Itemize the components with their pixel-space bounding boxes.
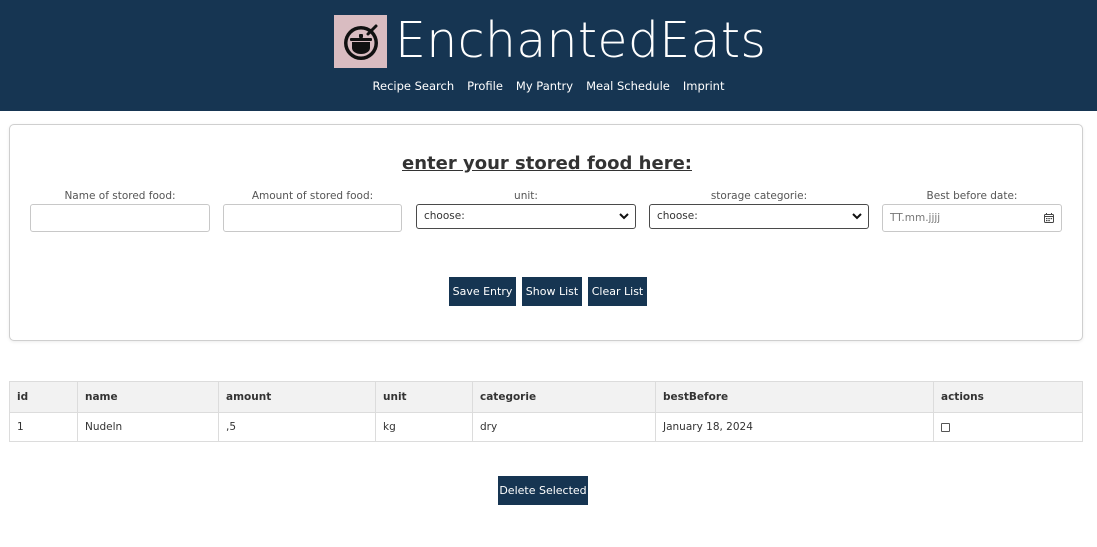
unit-select[interactable]: choose: [416, 204, 636, 229]
chevron-down-icon [852, 208, 862, 232]
nav-recipe-search[interactable]: Recipe Search [373, 79, 455, 93]
row-select-checkbox[interactable] [941, 422, 950, 432]
pantry-table-wrap: id name amount unit categorie bestBefore… [9, 381, 1083, 442]
nav-my-pantry[interactable]: My Pantry [516, 79, 573, 93]
cell-name: Nudeln [77, 412, 219, 442]
best-before-label: Best before date: [926, 190, 1018, 202]
cell-amount: ,5 [218, 412, 376, 442]
col-actions: actions [933, 381, 1083, 413]
cell-categorie: dry [472, 412, 656, 442]
pantry-table: id name amount unit categorie bestBefore… [9, 381, 1083, 442]
save-entry-button[interactable]: Save Entry [449, 277, 516, 306]
form-heading: enter your stored food here: [402, 153, 692, 174]
show-list-button[interactable]: Show List [522, 277, 582, 306]
name-label: Name of stored food: [64, 190, 176, 202]
nav-meal-schedule[interactable]: Meal Schedule [586, 79, 670, 93]
amount-field: Amount of stored food: [223, 190, 402, 235]
clear-list-button[interactable]: Clear List [588, 277, 647, 306]
unit-field: unit: choose: [416, 190, 636, 235]
delete-selected-button[interactable]: Delete Selected [498, 476, 588, 505]
site-header: EnchantedEats Recipe Search Profile My P… [0, 0, 1097, 111]
col-name: name [77, 381, 219, 413]
food-entry-card: enter your stored food here: Name of sto… [9, 124, 1083, 341]
nav-imprint[interactable]: Imprint [683, 79, 725, 93]
name-input[interactable] [30, 204, 210, 232]
best-before-field: Best before date: TT.mm.jjjj [882, 190, 1062, 235]
table-header-row: id name amount unit categorie bestBefore… [9, 381, 1083, 413]
best-before-input[interactable]: TT.mm.jjjj [882, 204, 1062, 232]
category-select[interactable]: choose: [649, 204, 869, 229]
amount-input[interactable] [223, 204, 402, 232]
col-unit: unit [375, 381, 473, 413]
name-field: Name of stored food: [30, 190, 210, 235]
col-amount: amount [218, 381, 376, 413]
category-field: storage categorie: choose: [649, 190, 869, 235]
pot-logo-icon[interactable] [334, 15, 387, 68]
category-label: storage categorie: [710, 190, 808, 202]
site-title[interactable]: EnchantedEats [395, 10, 766, 72]
cell-best-before: January 18, 2024 [655, 412, 934, 442]
col-id: id [9, 381, 78, 413]
table-row: 1 Nudeln ,5 kg dry January 18, 2024 [9, 412, 1083, 442]
chevron-down-icon [619, 208, 629, 232]
cell-unit: kg [375, 412, 473, 442]
cell-id: 1 [9, 412, 78, 442]
cell-actions [933, 412, 1083, 442]
calendar-icon[interactable] [1044, 213, 1054, 223]
amount-label: Amount of stored food: [251, 190, 374, 202]
category-selected-value: choose: [657, 210, 698, 222]
col-best-before: bestBefore [655, 381, 934, 413]
best-before-placeholder: TT.mm.jjjj [890, 212, 941, 224]
main-nav: Recipe Search Profile My Pantry Meal Sch… [0, 79, 1097, 93]
unit-label: unit: [514, 190, 538, 202]
nav-profile[interactable]: Profile [467, 79, 503, 93]
col-categorie: categorie [472, 381, 656, 413]
unit-selected-value: choose: [424, 210, 465, 222]
